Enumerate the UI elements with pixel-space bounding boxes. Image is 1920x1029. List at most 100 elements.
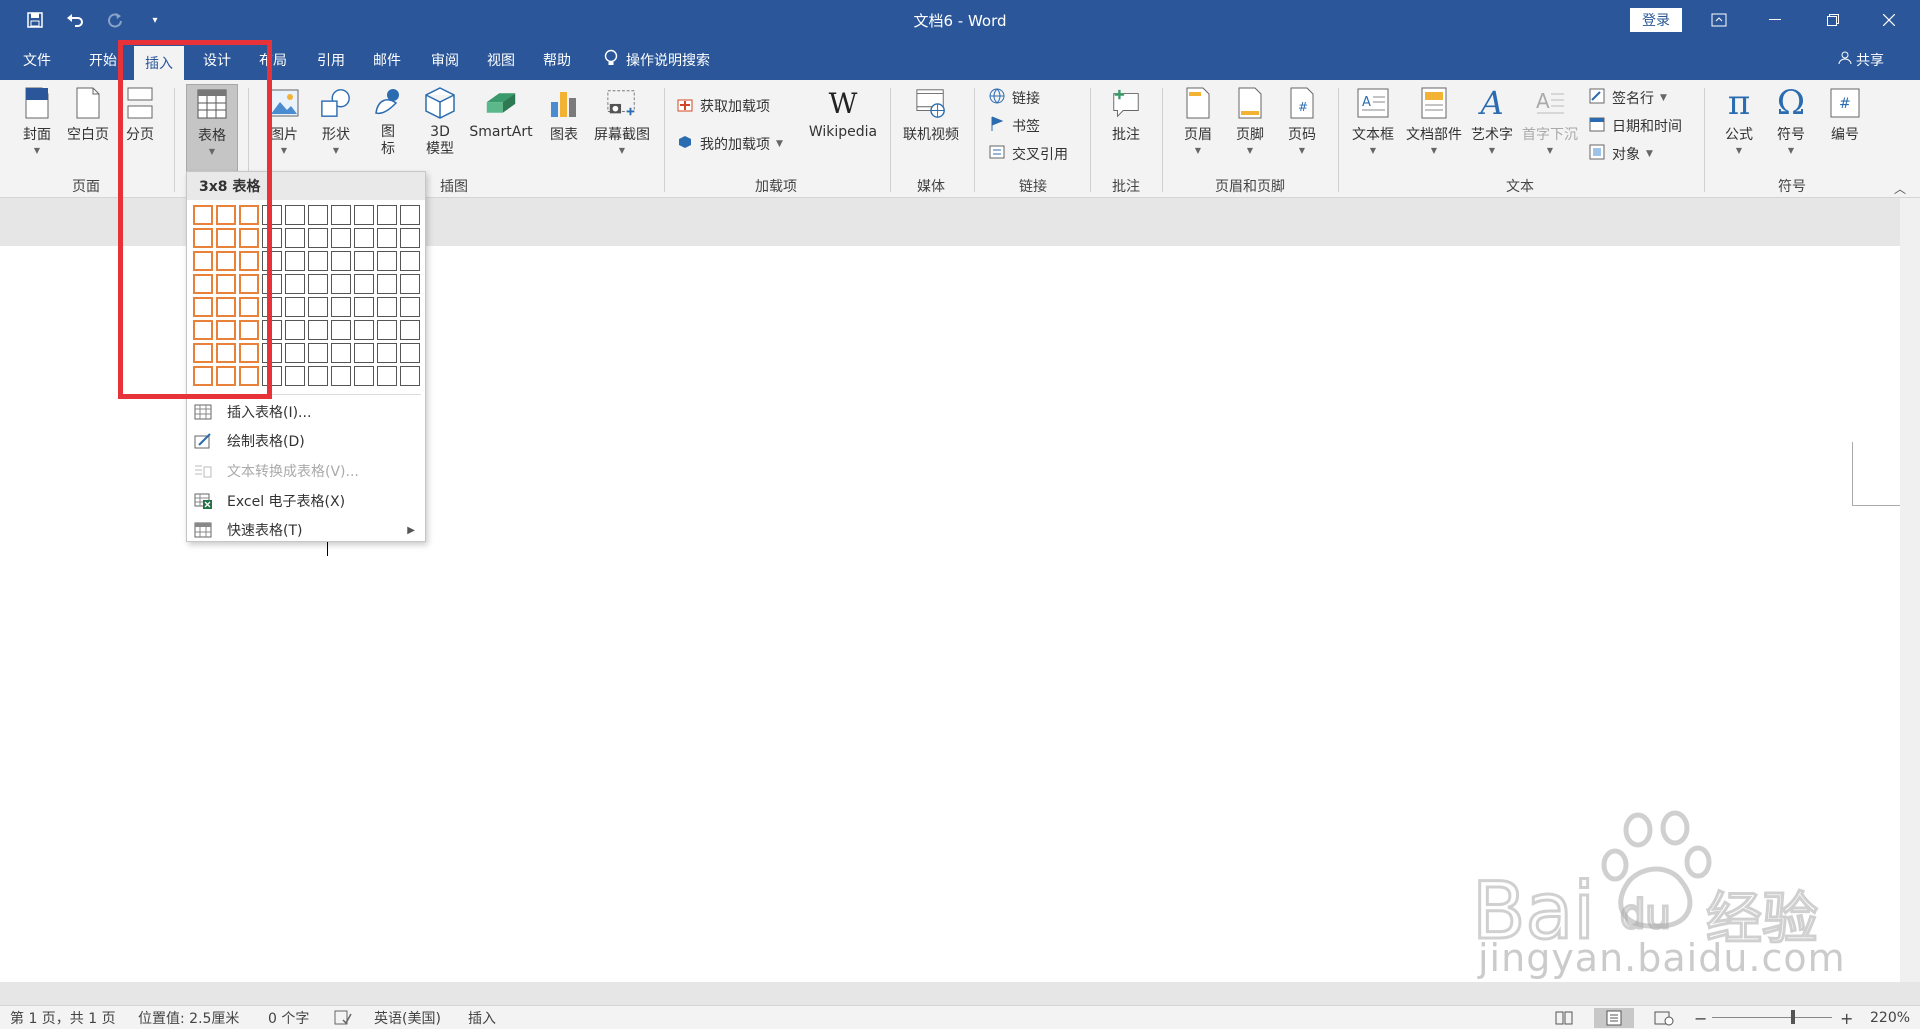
share-button[interactable]: 共享: [1838, 40, 1884, 80]
zoom-level[interactable]: 220%: [1870, 1008, 1910, 1028]
tab-help[interactable]: 帮助: [532, 40, 582, 80]
tab-references[interactable]: 引用: [306, 40, 356, 80]
ribbon-display-options-icon[interactable]: [1696, 0, 1742, 40]
table-grid-cell[interactable]: [308, 251, 328, 271]
cross-reference-button[interactable]: 交叉引用: [988, 142, 1068, 166]
collapse-ribbon-icon[interactable]: ︿: [1894, 180, 1906, 197]
table-grid-cell[interactable]: [377, 320, 397, 340]
table-grid-cell[interactable]: [400, 228, 420, 248]
insert-table-menu-item[interactable]: 插入表格(I)...: [187, 398, 425, 426]
table-grid-cell[interactable]: [308, 205, 328, 225]
close-icon[interactable]: [1866, 0, 1912, 40]
table-grid-cell[interactable]: [285, 251, 305, 271]
insert-mode-status[interactable]: 插入: [468, 1008, 496, 1028]
table-grid-cell[interactable]: [308, 343, 328, 363]
table-grid-cell[interactable]: [331, 274, 351, 294]
table-grid-cell[interactable]: [285, 205, 305, 225]
link-button[interactable]: 链接: [988, 86, 1040, 110]
convert-text-to-table-menu-item[interactable]: 文本转换成表格(V)...: [187, 457, 425, 485]
table-grid-cell[interactable]: [331, 297, 351, 317]
tab-mailings[interactable]: 邮件: [362, 40, 412, 80]
print-layout-icon[interactable]: [1594, 1008, 1634, 1028]
bookmark-button[interactable]: 书签: [988, 114, 1040, 138]
table-grid-cell[interactable]: [285, 297, 305, 317]
symbol-button[interactable]: Ω 符号 ▼: [1766, 83, 1816, 155]
zoom-out-icon[interactable]: −: [1694, 1008, 1707, 1028]
table-grid-cell[interactable]: [377, 228, 397, 248]
table-grid-cell[interactable]: [308, 297, 328, 317]
zoom-slider-thumb[interactable]: [1791, 1010, 1795, 1024]
restore-icon[interactable]: [1810, 0, 1856, 40]
table-grid-cell[interactable]: [285, 274, 305, 294]
date-time-button[interactable]: 日期和时间: [1588, 114, 1682, 138]
page-number-button[interactable]: # 页码 ▼: [1280, 86, 1324, 155]
blank-page-button[interactable]: 空白页: [64, 86, 112, 144]
3d-models-button[interactable]: 3D 模型: [418, 86, 462, 158]
table-grid-cell[interactable]: [331, 343, 351, 363]
drop-cap-button[interactable]: A 首字下沉 ▼: [1518, 86, 1582, 155]
table-grid-cell[interactable]: [400, 251, 420, 271]
table-grid-cell[interactable]: [400, 297, 420, 317]
minimize-icon[interactable]: [1752, 0, 1798, 40]
my-addins-button[interactable]: 我的加载项 ▼: [676, 132, 783, 156]
text-box-button[interactable]: A 文本框 ▼: [1348, 86, 1398, 155]
quick-parts-button[interactable]: 文档部件 ▼: [1402, 86, 1466, 155]
table-grid-cell[interactable]: [354, 251, 374, 271]
online-video-button[interactable]: 联机视频: [898, 86, 964, 144]
vertical-position[interactable]: 位置值: 2.5厘米: [138, 1008, 239, 1028]
proofing-icon[interactable]: [334, 1008, 352, 1028]
table-grid-cell[interactable]: [400, 343, 420, 363]
word-count[interactable]: 0 个字: [268, 1008, 309, 1028]
page-count[interactable]: 第 1 页，共 1 页: [10, 1008, 116, 1028]
table-grid-cell[interactable]: [331, 366, 351, 386]
footer-button[interactable]: 页脚 ▼: [1228, 86, 1272, 155]
table-grid-cell[interactable]: [354, 228, 374, 248]
shapes-button[interactable]: 形状 ▼: [314, 86, 358, 155]
table-grid-cell[interactable]: [285, 228, 305, 248]
table-grid-cell[interactable]: [400, 205, 420, 225]
cover-page-button[interactable]: 封面 ▼: [18, 86, 56, 155]
tab-file[interactable]: 文件: [12, 40, 62, 80]
table-grid-cell[interactable]: [285, 343, 305, 363]
new-comment-button[interactable]: 批注: [1104, 86, 1148, 144]
zoom-in-icon[interactable]: +: [1840, 1008, 1853, 1028]
tab-review[interactable]: 审阅: [420, 40, 470, 80]
chart-button[interactable]: 图表: [542, 86, 586, 144]
table-grid-cell[interactable]: [331, 205, 351, 225]
table-grid-cell[interactable]: [331, 251, 351, 271]
signature-line-button[interactable]: 签名行 ▼: [1588, 86, 1667, 110]
table-grid-cell[interactable]: [354, 320, 374, 340]
smartart-button[interactable]: SmartArt: [466, 86, 536, 140]
numbering-button[interactable]: # 编号: [1818, 86, 1872, 144]
table-grid-cell[interactable]: [377, 205, 397, 225]
screenshot-button[interactable]: 屏幕截图 ▼: [590, 86, 654, 155]
draw-table-menu-item[interactable]: 绘制表格(D): [187, 427, 425, 455]
table-grid-cell[interactable]: [285, 320, 305, 340]
tell-me-search[interactable]: 操作说明搜索: [604, 40, 710, 80]
table-grid-cell[interactable]: [354, 297, 374, 317]
login-button[interactable]: 登录: [1630, 8, 1682, 32]
table-grid-cell[interactable]: [308, 366, 328, 386]
get-addins-button[interactable]: 获取加载项: [676, 94, 770, 118]
table-grid-cell[interactable]: [400, 320, 420, 340]
table-grid-cell[interactable]: [377, 251, 397, 271]
table-grid-cell[interactable]: [354, 343, 374, 363]
table-grid-cell[interactable]: [308, 320, 328, 340]
table-grid-cell[interactable]: [354, 366, 374, 386]
table-grid-cell[interactable]: [331, 228, 351, 248]
read-mode-icon[interactable]: [1554, 1008, 1574, 1028]
header-button[interactable]: 页眉 ▼: [1176, 86, 1220, 155]
language-status[interactable]: 英语(美国): [374, 1008, 441, 1028]
table-grid-cell[interactable]: [308, 228, 328, 248]
excel-spreadsheet-menu-item[interactable]: Excel 电子表格(X): [187, 487, 425, 515]
table-grid-cell[interactable]: [400, 274, 420, 294]
table-grid-cell[interactable]: [377, 297, 397, 317]
icons-button[interactable]: 图 标: [366, 86, 410, 158]
vertical-scrollbar[interactable]: [1900, 198, 1920, 982]
table-grid-cell[interactable]: [400, 366, 420, 386]
table-grid-cell[interactable]: [354, 274, 374, 294]
table-grid-cell[interactable]: [377, 343, 397, 363]
wikipedia-button[interactable]: W Wikipedia: [802, 86, 884, 141]
table-grid-cell[interactable]: [354, 205, 374, 225]
table-grid-cell[interactable]: [331, 320, 351, 340]
